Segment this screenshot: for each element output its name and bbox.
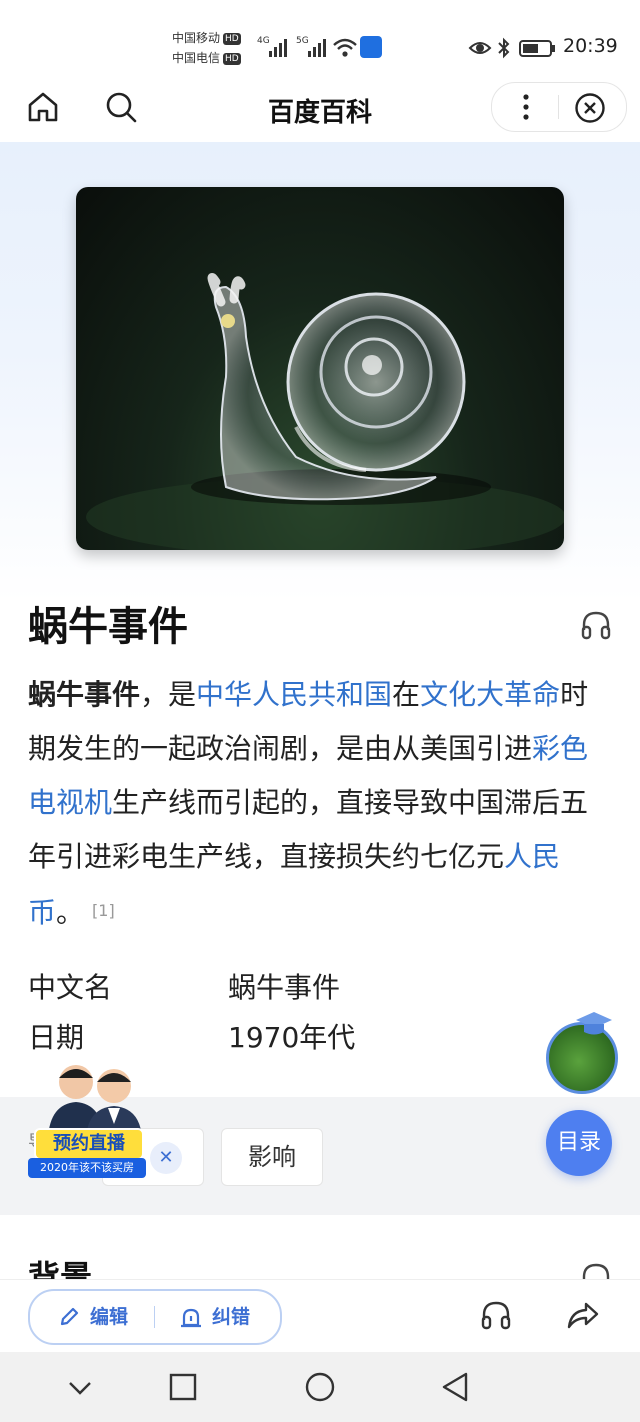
link-prc[interactable]: 中华人民共和国 xyxy=(196,678,392,711)
app-top-bar: 百度百科 xyxy=(0,80,640,142)
summary-term: 蜗牛事件 xyxy=(28,678,141,711)
share-icon[interactable] xyxy=(566,1300,600,1330)
capsule-divider xyxy=(558,95,559,119)
headphones-icon[interactable] xyxy=(580,610,612,640)
signal-icon xyxy=(308,39,326,57)
promo-subtitle: 2020年该不该买房 xyxy=(28,1158,146,1178)
carrier-info: 中国移动 HD 中国电信 HD xyxy=(172,28,241,68)
info-row-date: 日期 1970年代 xyxy=(28,1016,355,1056)
carrier-1: 中国移动 xyxy=(172,31,221,45)
wifi-icon xyxy=(333,38,357,57)
status-bar: 中国移动 HD 中国电信 HD 4G 5G 20:39 xyxy=(0,0,640,80)
chevron-down-icon[interactable] xyxy=(66,1374,94,1402)
signal-icon xyxy=(269,39,287,57)
info-value: 蜗牛事件 xyxy=(228,971,341,1004)
miniapp-capsule xyxy=(491,82,627,132)
pencil-icon xyxy=(60,1307,79,1326)
home-circle-icon[interactable] xyxy=(304,1371,336,1403)
headphones-icon[interactable] xyxy=(580,1262,612,1280)
carrier-2: 中国电信 xyxy=(172,51,221,65)
promo-title: 预约直播 xyxy=(34,1128,144,1160)
summary-text: 。 xyxy=(56,896,85,929)
info-key: 中文名 xyxy=(28,971,113,1004)
edit-correct-pill: 编辑 纠错 xyxy=(28,1289,282,1345)
system-navigation-bar xyxy=(0,1352,640,1422)
clock: 20:39 xyxy=(563,35,618,57)
graduation-cap-icon xyxy=(576,1012,612,1035)
alarm-icon xyxy=(181,1308,201,1328)
info-key: 日期 xyxy=(28,1021,85,1054)
summary-text: 在 xyxy=(392,678,421,711)
hd-badge: HD xyxy=(223,32,241,45)
recents-icon[interactable] xyxy=(168,1372,198,1402)
headphones-icon[interactable] xyxy=(480,1300,512,1330)
glass-snail-illustration xyxy=(86,273,564,550)
bluetooth-icon xyxy=(498,37,510,59)
app-notification-icon xyxy=(360,36,382,58)
article-title: 蜗牛事件 xyxy=(28,604,188,650)
nav-chip-impact[interactable]: 影响 xyxy=(221,1128,323,1186)
more-icon[interactable] xyxy=(516,93,536,121)
hd-badge: HD xyxy=(223,52,241,65)
edit-button[interactable]: 编辑 xyxy=(90,1291,128,1343)
link-cultural-revolution[interactable]: 文化大革命 xyxy=(420,678,560,711)
eye-icon xyxy=(468,42,492,54)
reference-mark[interactable]: [1] xyxy=(92,901,115,920)
back-icon[interactable] xyxy=(440,1371,470,1403)
battery-icon xyxy=(519,40,555,57)
info-row-name: 中文名 蜗牛事件 xyxy=(28,966,340,1006)
correct-button[interactable]: 纠错 xyxy=(212,1291,250,1343)
info-value: 1970年代 xyxy=(228,1021,356,1054)
article-image[interactable] xyxy=(76,187,564,550)
article-summary: 蜗牛事件，是中华人民共和国在文化大革命时期发生的一起政治闹剧，是由从美国引进彩色… xyxy=(28,668,608,940)
toc-button[interactable]: 目录 xyxy=(546,1110,612,1176)
close-icon[interactable]: ✕ xyxy=(150,1142,182,1174)
bottom-toolbar: 编辑 纠错 xyxy=(0,1279,640,1352)
close-icon[interactable] xyxy=(574,92,606,124)
pill-divider xyxy=(154,1306,155,1328)
section-title: 背景 xyxy=(28,1258,93,1282)
summary-text: ，是 xyxy=(140,678,197,711)
presenters-illustration xyxy=(48,1065,142,1138)
live-promo-badge[interactable]: 预约直播 2020年该不该买房 xyxy=(28,1058,146,1178)
